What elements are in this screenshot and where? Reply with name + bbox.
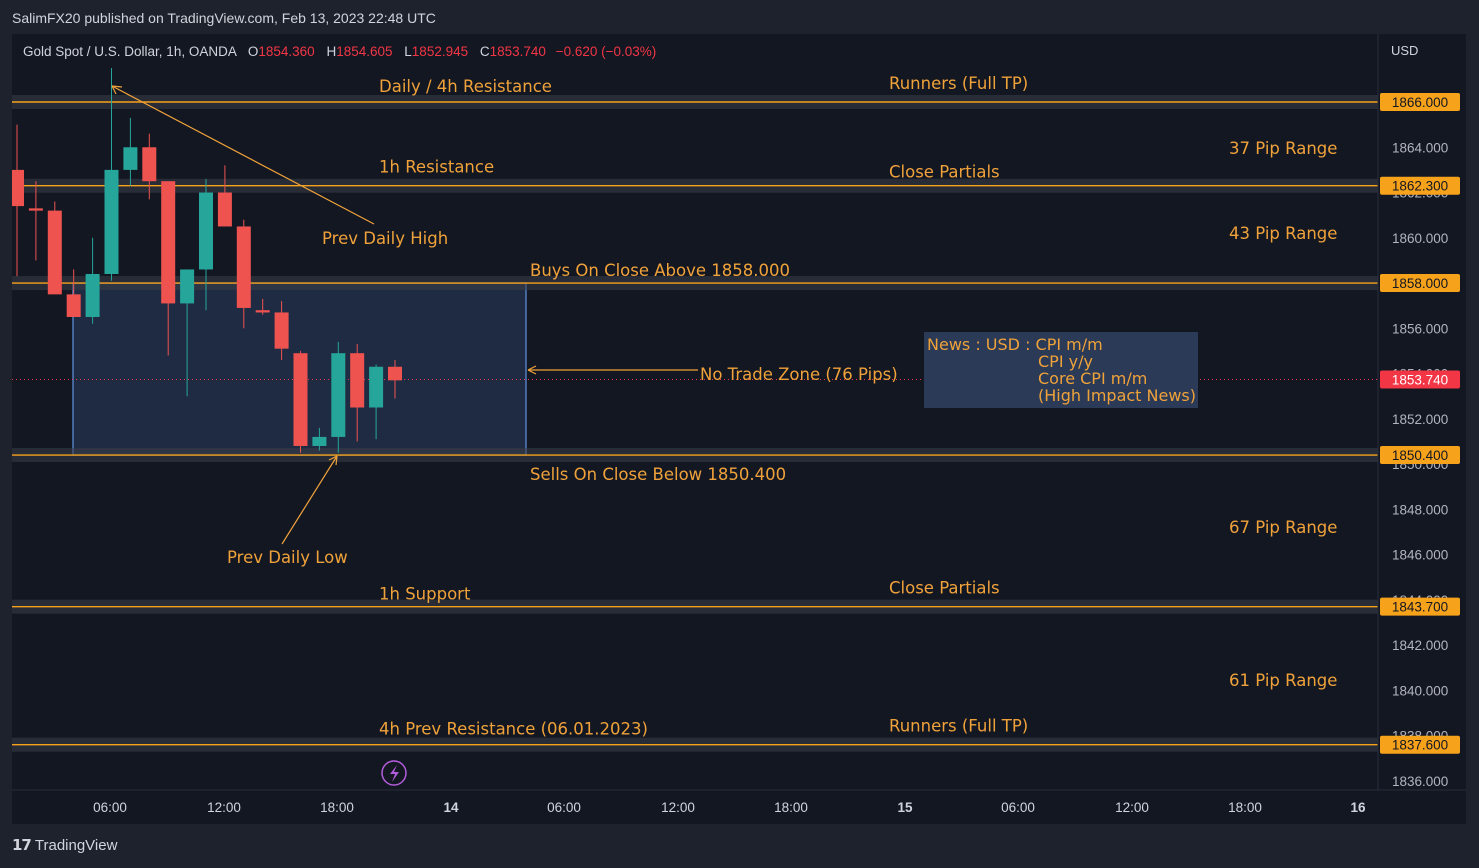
last-price-label: 1853.740 (1392, 372, 1448, 387)
news-line-3: Core CPI m/m (1038, 369, 1148, 388)
level-target-label: Close Partials (889, 163, 1000, 182)
news-note[interactable]: News : USD : CPI m/m CPI y/y Core CPI m/… (924, 332, 1198, 408)
price-tick: 1846.000 (1392, 548, 1448, 563)
candle-bear (274, 312, 289, 349)
time-tick: 12:00 (1115, 800, 1149, 815)
news-line-1: News : USD : CPI m/m (927, 335, 1103, 354)
high-label: H (326, 44, 337, 59)
pip-range-label: 37 Pip Range (1229, 139, 1337, 158)
time-tick: 16 (1350, 800, 1366, 815)
level-target-label: Runners (Full TP) (889, 717, 1028, 736)
candle-bull (85, 273, 100, 317)
tradingview-logo[interactable]: 17 TradingView (12, 836, 117, 854)
close-label: C (479, 44, 490, 59)
prev-daily-high-label: Prev Daily High (322, 229, 448, 248)
candle-bull (312, 436, 327, 446)
price-tick: 1848.000 (1392, 502, 1448, 517)
candle-bear (217, 192, 232, 227)
level-price-label: 1858.000 (1392, 276, 1448, 291)
time-tick: 15 (897, 800, 913, 815)
currency-label: USD (1391, 43, 1418, 58)
prev-daily-low-label: Prev Daily Low (227, 548, 348, 567)
low-value: 1852.945 (411, 44, 469, 59)
high-value: 1854.605 (336, 44, 393, 59)
pip-range-label: 67 Pip Range (1229, 518, 1337, 537)
level-label: 4h Prev Resistance (06.01.2023) (379, 720, 648, 739)
candle-bear (236, 226, 251, 308)
time-tick: 18:00 (774, 800, 808, 815)
ohlc-legend: Gold Spot / U.S. Dollar, 1h, OANDA O1854… (23, 44, 656, 59)
candle-bear (161, 181, 176, 304)
price-tick: 1852.000 (1392, 412, 1448, 427)
candle-bull (180, 269, 195, 304)
price-tick: 1860.000 (1392, 231, 1448, 246)
open-label: O (247, 44, 259, 59)
low-label: L (404, 44, 412, 59)
tv-logo-icon: 17 (12, 836, 32, 854)
level-target-label: Close Partials (889, 579, 1000, 598)
pip-range-label: 61 Pip Range (1229, 671, 1337, 690)
level-price-label: 1837.600 (1392, 738, 1448, 753)
candle-bull (199, 192, 213, 270)
publisher-text: SalimFX20 published on TradingView.com, … (12, 10, 436, 26)
candle-bull (104, 169, 119, 274)
candle-bear (293, 353, 308, 446)
candle-bear (47, 210, 62, 295)
candle-bull (123, 147, 138, 170)
price-tick: 1864.000 (1392, 140, 1448, 155)
pip-range-label: 43 Pip Range (1229, 224, 1337, 243)
time-tick: 06:00 (93, 800, 127, 815)
candle-bear (66, 294, 81, 317)
tv-brand: TradingView (34, 837, 118, 854)
price-tick: 1840.000 (1392, 683, 1448, 698)
level-label: 1h Support (379, 585, 471, 604)
candlestick-chart[interactable]: Daily / 4h Resistance Runners (Full TP) 1h… (12, 34, 1466, 824)
prev-low-arrow-line (281, 455, 338, 545)
time-tick: 14 (443, 800, 459, 815)
candle-bear (28, 208, 43, 211)
candle-bear (255, 310, 270, 313)
level-target-label: Runners (Full TP) (889, 74, 1028, 93)
change-value: −0.620 (−0.03%) (555, 44, 657, 59)
candle-bull (331, 353, 346, 437)
price-tick: 1856.000 (1392, 321, 1448, 336)
level-label: Sells On Close Below 1850.400 (530, 465, 786, 484)
level-price-label: 1843.700 (1392, 600, 1448, 615)
level-price-label: 1862.300 (1392, 179, 1448, 194)
price-tick: 1842.000 (1392, 638, 1448, 653)
level-label: Daily / 4h Resistance (379, 77, 552, 96)
time-tick: 18:00 (320, 800, 354, 815)
news-line-4: (High Impact News) (1038, 386, 1196, 405)
level-price-label: 1866.000 (1392, 95, 1448, 110)
news-line-2: CPI y/y (1038, 352, 1093, 371)
time-tick: 12:00 (207, 800, 241, 815)
time-tick: 06:00 (1001, 800, 1035, 815)
publisher-bar: SalimFX20 published on TradingView.com, … (0, 0, 1479, 34)
no-trade-zone-label: No Trade Zone (76 Pips) (700, 365, 898, 384)
symbol-title: Gold Spot / U.S. Dollar, 1h, OANDA (23, 44, 237, 59)
footer-bar (0, 826, 1479, 868)
candle-bear (350, 353, 365, 408)
candle-bear (388, 366, 402, 381)
candle-bull (369, 366, 384, 408)
time-tick: 12:00 (661, 800, 695, 815)
level-label: Buys On Close Above 1858.000 (530, 261, 790, 280)
candle-bear (12, 169, 24, 207)
candle-bear (142, 147, 157, 182)
time-tick: 18:00 (1228, 800, 1262, 815)
time-tick: 06:00 (547, 800, 581, 815)
lightning-icon (390, 765, 399, 782)
level-label: 1h Resistance (379, 158, 494, 177)
open-value: 1854.360 (258, 44, 315, 59)
close-value: 1853.740 (489, 44, 546, 59)
price-tick: 1836.000 (1392, 774, 1448, 789)
level-price-label: 1850.400 (1392, 448, 1448, 463)
